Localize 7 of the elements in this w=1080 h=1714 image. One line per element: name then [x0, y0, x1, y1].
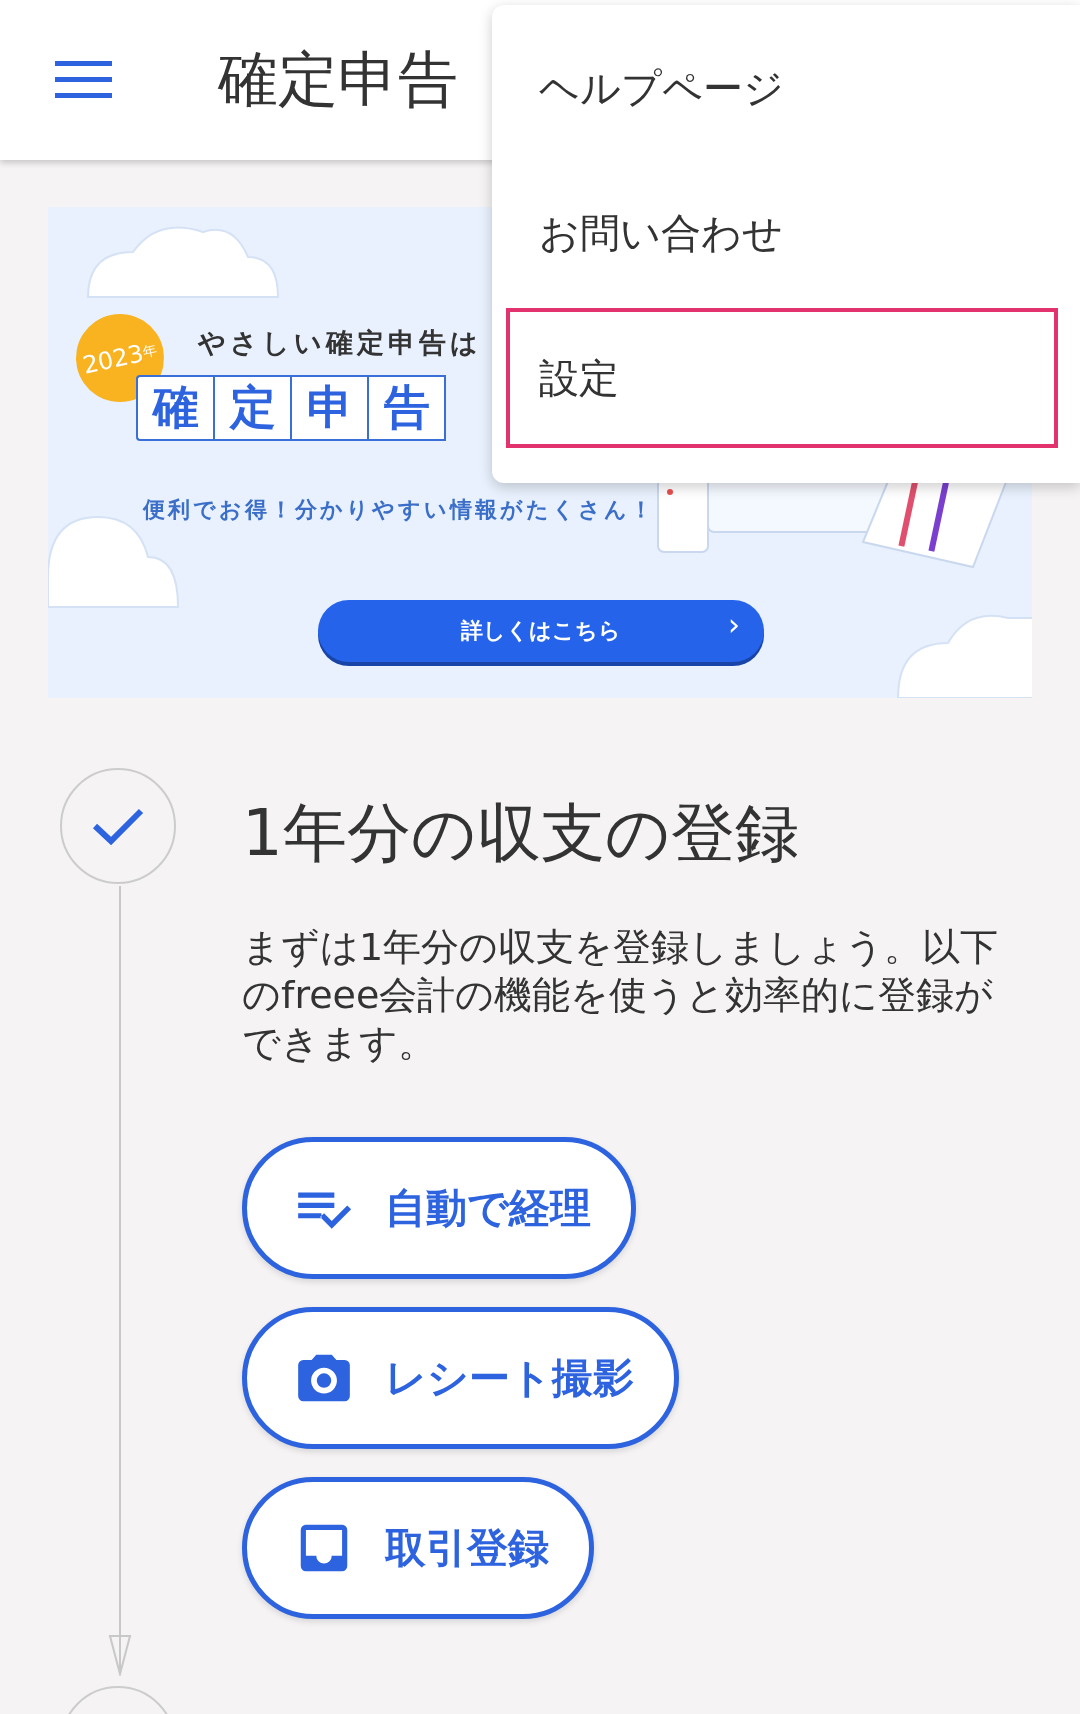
banner-headline: 確 定 申 告 — [136, 375, 446, 441]
banner-tagline: やさしい確定申告は — [198, 326, 482, 360]
page-title: 確定申告 — [218, 42, 458, 116]
chevron-icon: › — [728, 607, 740, 642]
step-description: まずは1年分の収支を登録しましょう。以下のfreee会計の機能を使うと効率的に登録ができます。 — [242, 924, 1000, 1067]
step-title: 1年分の収支の登録 — [242, 795, 800, 872]
banner-subtext: 便利でお得！分かりやすい情報がたくさん！ — [143, 496, 655, 524]
